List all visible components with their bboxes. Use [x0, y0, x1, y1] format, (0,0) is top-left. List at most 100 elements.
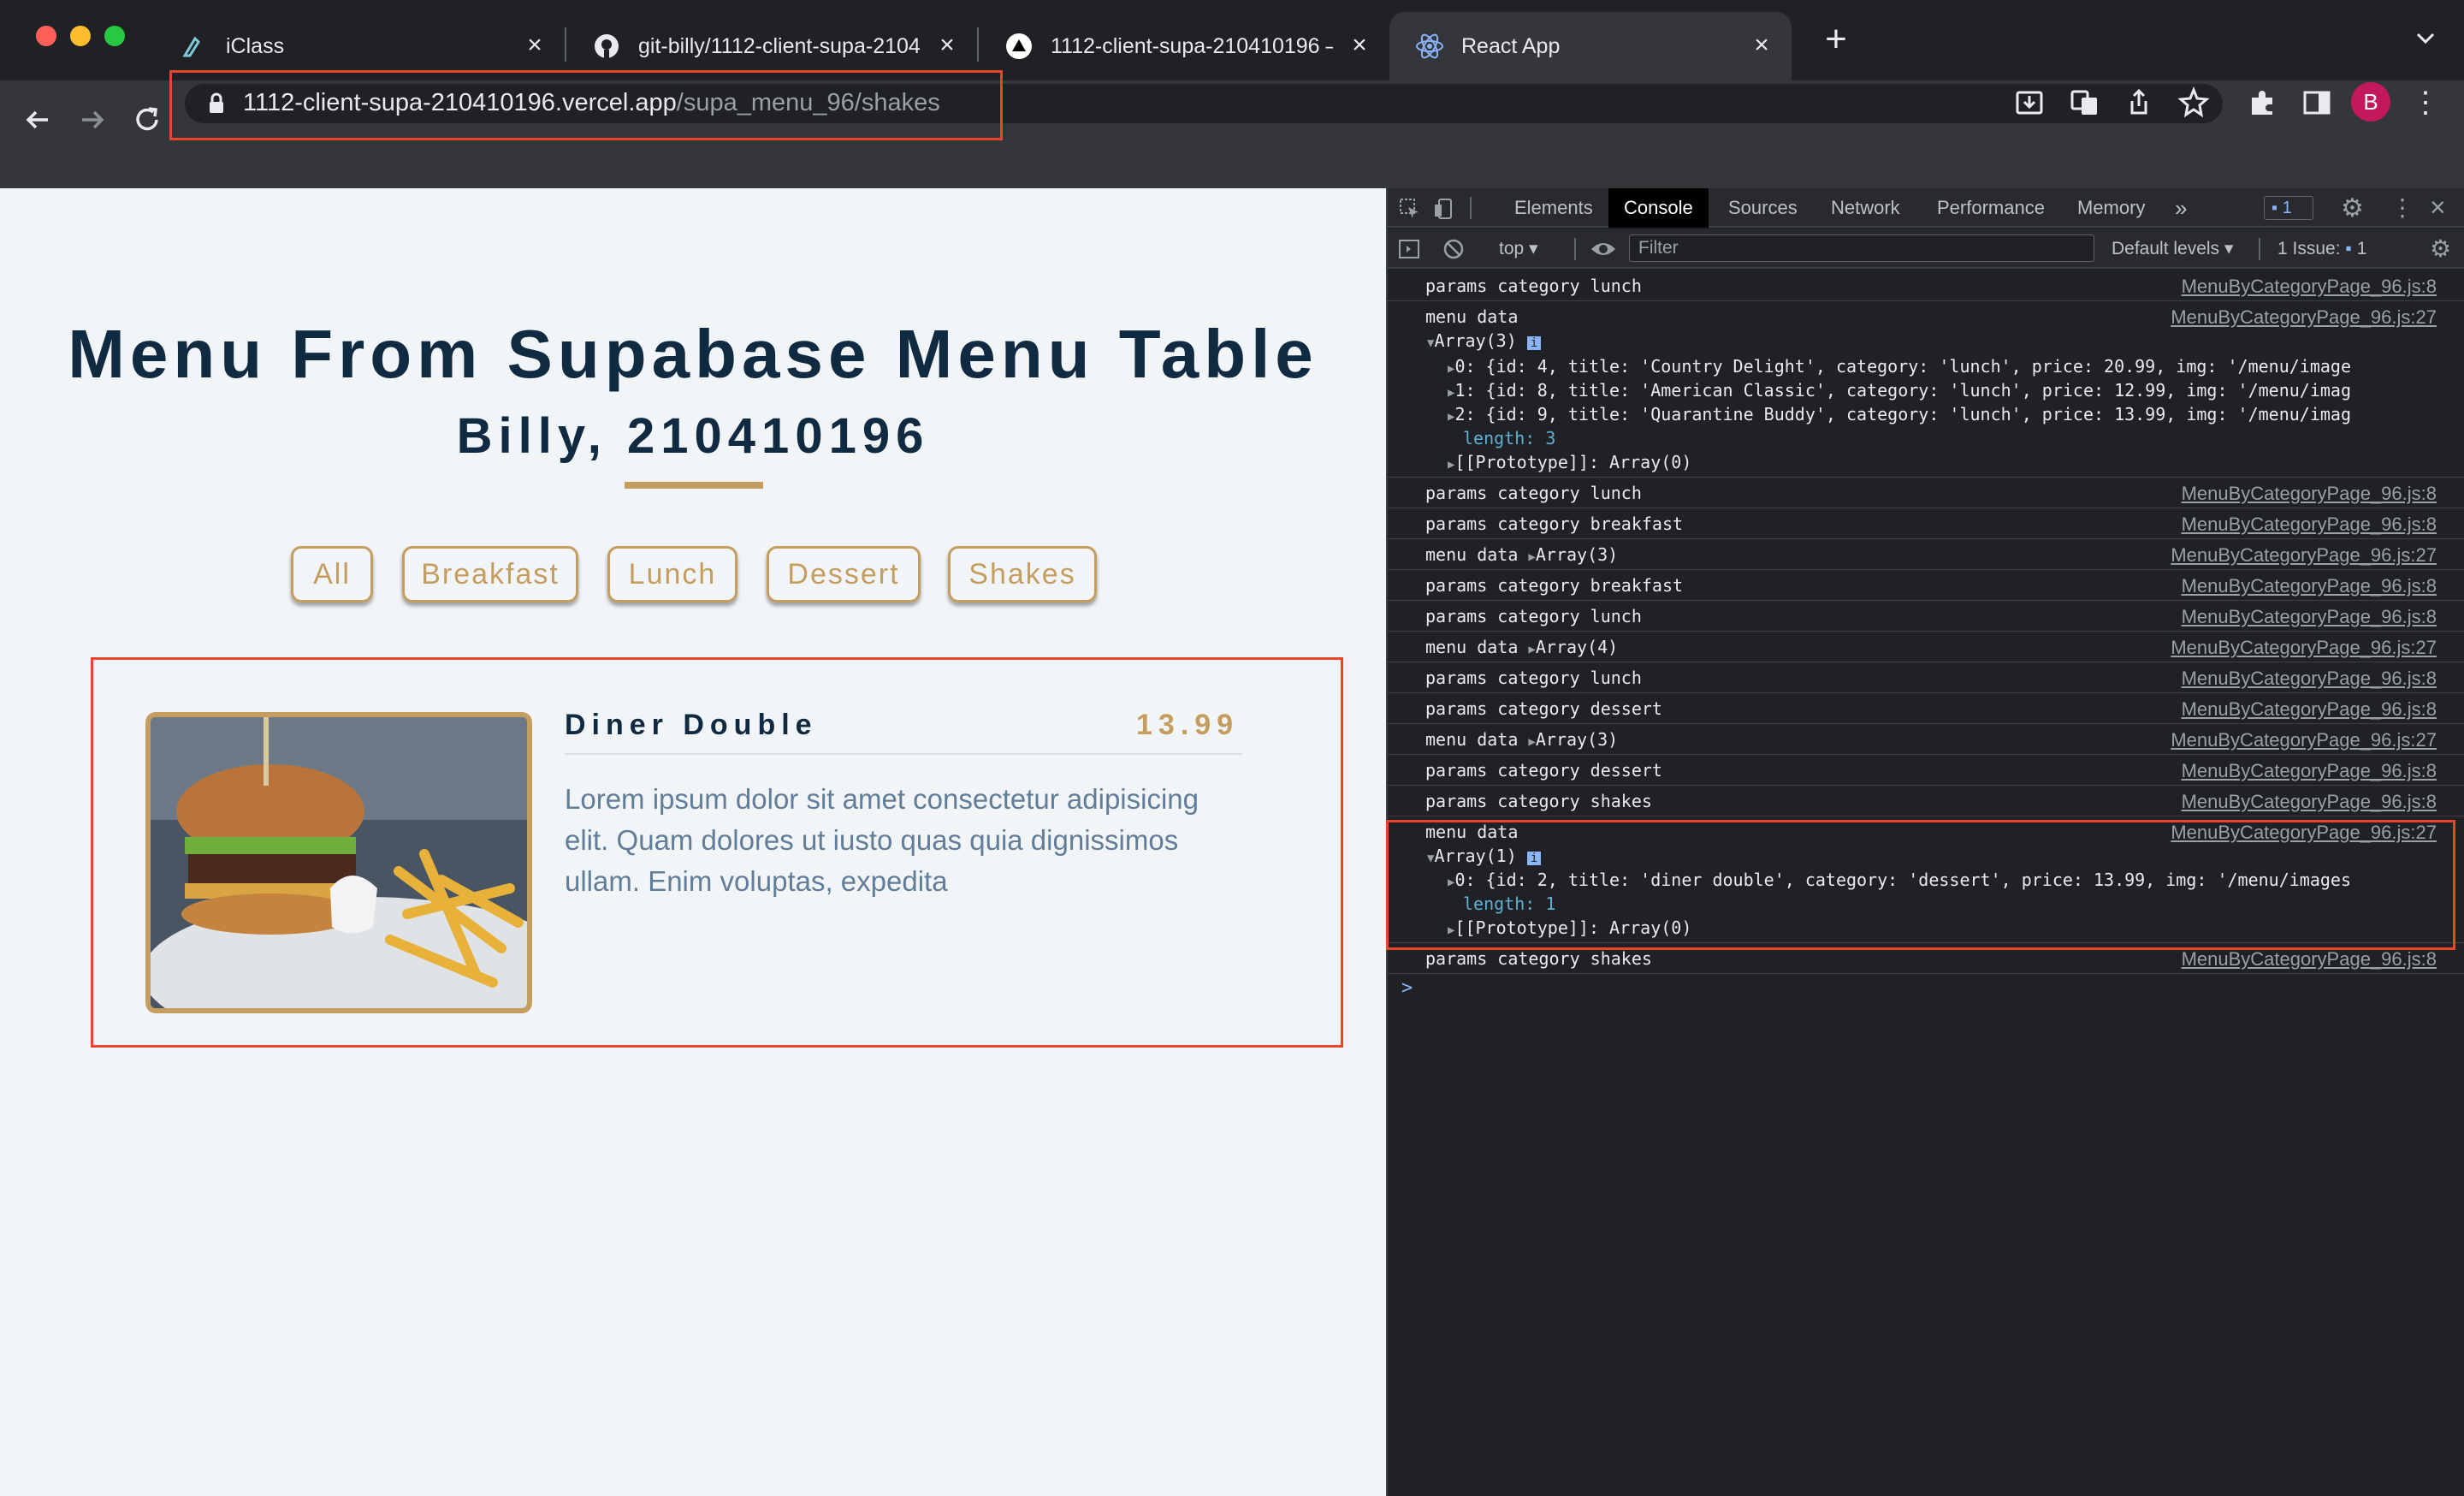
source-link[interactable]: MenuByCategoryPage_96.js:8 [2182, 668, 2437, 690]
web-page: Menu From Supabase Menu Table Billy, 210… [0, 188, 1386, 1496]
issues-counter-count: 1 [2356, 239, 2367, 258]
minimize-window-button[interactable] [70, 26, 91, 46]
filter-breakfast-button[interactable]: Breakfast [402, 546, 578, 603]
array-label[interactable]: Array(3) [1536, 729, 1618, 750]
console-prompt[interactable]: > [1401, 977, 1413, 999]
filter-shakes-button[interactable]: Shakes [948, 546, 1097, 603]
source-link[interactable]: MenuByCategoryPage_96.js:8 [2182, 575, 2437, 597]
clear-console-icon[interactable] [1442, 238, 1465, 260]
array-length: length: 3 [1463, 428, 1556, 448]
install-app-icon[interactable] [2012, 86, 2046, 120]
source-link[interactable]: MenuByCategoryPage_96.js:27 [2171, 306, 2437, 329]
array-label[interactable]: Array(4) [1536, 637, 1618, 657]
array-expand-toggle[interactable]: ▼Array(3) i [1427, 330, 1542, 351]
devtools-tab-memory[interactable]: Memory [2077, 188, 2145, 228]
console-message-text: params category shakes [1425, 948, 1652, 969]
console-message-text: params category breakfast [1425, 514, 1684, 534]
device-toolbar-icon[interactable] [1432, 197, 1456, 221]
source-link[interactable]: MenuByCategoryPage_96.js:8 [2182, 760, 2437, 782]
close-tab-icon[interactable]: × [1747, 31, 1776, 60]
back-icon[interactable] [19, 101, 56, 139]
customize-menu-icon[interactable]: ⋮ [2390, 193, 2414, 222]
tab-strip: iClass × git-billy/1112-client-supa-2104… [0, 0, 2464, 80]
tab-react-app[interactable]: React App × [1389, 12, 1792, 80]
close-window-button[interactable] [36, 26, 56, 46]
source-link[interactable]: MenuByCategoryPage_96.js:8 [2182, 606, 2437, 628]
issues-badge[interactable]: ▪ 1 [2264, 196, 2313, 220]
console-settings-gear-icon[interactable]: ⚙ [2430, 234, 2451, 263]
array-entry[interactable]: ▶0: {id: 4, title: 'Country Delight', ca… [1448, 356, 2351, 377]
inspect-element-icon[interactable] [1398, 197, 1422, 221]
profile-avatar[interactable]: B [2351, 82, 2390, 122]
array-prototype[interactable]: ▶[[Prototype]]: Array(0) [1448, 452, 1691, 472]
issues-counter-label: 1 Issue: [2277, 239, 2341, 258]
array-entry[interactable]: ▶1: {id: 8, title: 'American Classic', c… [1448, 380, 2351, 401]
devtools-tab-elements[interactable]: Elements [1514, 188, 1593, 228]
console-message-text: params category dessert [1425, 760, 1662, 781]
share-icon[interactable] [2122, 86, 2156, 120]
devtools-tab-performance[interactable]: Performance [1937, 188, 2045, 228]
eye-icon[interactable] [1590, 239, 1617, 259]
source-link[interactable]: MenuByCategoryPage_96.js:27 [2171, 544, 2437, 567]
devtools-tab-sources[interactable]: Sources [1728, 188, 1798, 228]
close-devtools-icon[interactable]: × [2430, 192, 2446, 223]
filter-lunch-button[interactable]: Lunch [607, 546, 737, 603]
issues-counter[interactable]: 1 Issue: ▪ 1 [2277, 229, 2366, 269]
context-label: top [1499, 239, 1525, 258]
context-selector[interactable]: top ▾ [1499, 229, 1538, 269]
console-message-text: params category shakes [1425, 791, 1652, 811]
console-message: params category breakfast MenuByCategoryP… [1388, 508, 2464, 539]
console-message: menu data ▶Array(3) MenuByCategoryPage_96… [1388, 724, 2464, 755]
translate-icon[interactable] [2067, 86, 2101, 120]
forward-icon[interactable] [74, 101, 111, 139]
filter-all-button[interactable]: All [291, 546, 373, 603]
console-message: params category dessert MenuByCategoryPag… [1388, 755, 2464, 786]
bookmark-star-icon[interactable] [2177, 86, 2211, 120]
source-link[interactable]: MenuByCategoryPage_96.js:8 [2182, 698, 2437, 721]
kebab-menu-icon[interactable]: ⋮ [2411, 86, 2440, 120]
console-message-text: params category lunch [1425, 606, 1642, 626]
source-link[interactable]: MenuByCategoryPage_96.js:8 [2182, 791, 2437, 813]
devtools-tabbar: Elements Console Sources Network Perform… [1388, 188, 2464, 228]
array-entry[interactable]: ▶2: {id: 9, title: 'Quarantine Buddy', c… [1448, 404, 2351, 424]
console-message: params category lunch MenuByCategoryPage_… [1388, 662, 2464, 693]
log-levels-dropdown[interactable]: Default levels ▾ [2112, 229, 2233, 269]
tab-vercel[interactable]: 1112-client-supa-210410196 – × [979, 12, 1389, 80]
info-icon: i [1526, 336, 1542, 350]
devtools-tab-network[interactable]: Network [1831, 188, 1900, 228]
console-filter-input[interactable]: Filter [1629, 234, 2094, 262]
console-message-text: params category lunch [1425, 483, 1642, 503]
sidebar-toggle-icon[interactable] [1398, 238, 1420, 260]
extensions-icon[interactable] [2245, 86, 2279, 120]
source-link[interactable]: MenuByCategoryPage_96.js:27 [2171, 729, 2437, 751]
maximize-window-button[interactable] [104, 26, 125, 46]
tab-search-icon[interactable] [2411, 24, 2440, 53]
console-message-text: menu data [1425, 306, 1519, 327]
title-underline [625, 482, 763, 489]
url-highlight-box [169, 70, 1003, 140]
more-tabs-icon[interactable]: » [2175, 188, 2187, 228]
bookmarks-bar [0, 154, 2464, 188]
console-message-text: menu data [1425, 544, 1519, 565]
settings-gear-icon[interactable]: ⚙ [2341, 193, 2364, 223]
console-message: params category shakes MenuByCategoryPage… [1388, 786, 2464, 816]
reload-icon[interactable] [128, 101, 166, 139]
tab-title: React App [1461, 33, 1561, 58]
devtools-tab-console[interactable]: Console [1608, 188, 1709, 228]
source-link[interactable]: MenuByCategoryPage_96.js:8 [2182, 514, 2437, 536]
filter-dessert-button[interactable]: Dessert [767, 546, 921, 603]
side-panel-icon[interactable] [2300, 86, 2334, 120]
source-link[interactable]: MenuByCategoryPage_96.js:8 [2182, 483, 2437, 505]
divider [2259, 238, 2260, 260]
source-link[interactable]: MenuByCategoryPage_96.js:8 [2182, 276, 2437, 298]
menu-item-divider [565, 753, 1242, 755]
console-message: params category lunch MenuByCategoryPage_… [1388, 478, 2464, 508]
new-tab-button[interactable]: + [1817, 21, 1855, 58]
close-tab-icon[interactable]: × [1345, 31, 1374, 60]
source-link[interactable]: MenuByCategoryPage_96.js:8 [2182, 948, 2437, 971]
source-link[interactable]: MenuByCategoryPage_96.js:27 [2171, 637, 2437, 659]
tab-title: git-billy/1112-client-supa-2104 [638, 33, 921, 58]
array-label[interactable]: Array(3) [1536, 544, 1618, 565]
close-tab-icon[interactable]: × [933, 31, 962, 60]
close-tab-icon[interactable]: × [520, 31, 549, 60]
